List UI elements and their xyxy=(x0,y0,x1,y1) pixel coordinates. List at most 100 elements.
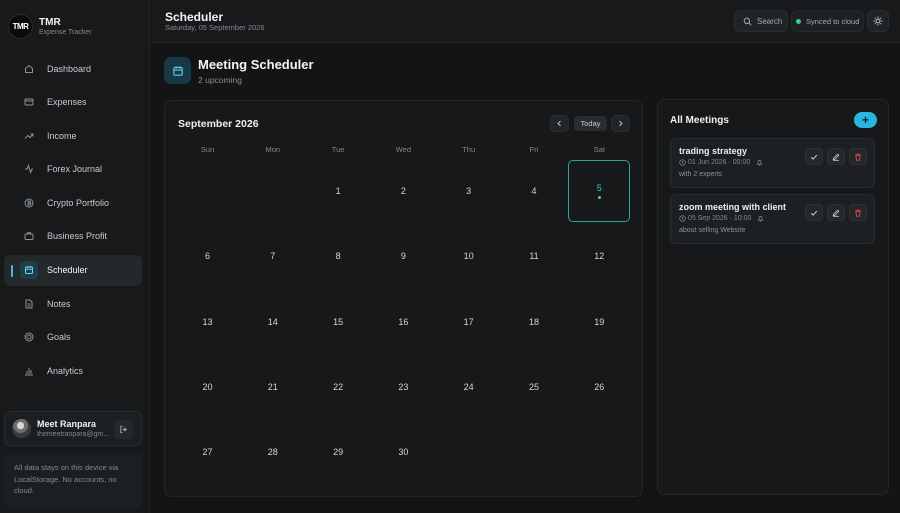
complete-meeting-button[interactable] xyxy=(805,204,823,221)
calendar-day[interactable]: 6 xyxy=(177,225,239,287)
calendar-day[interactable]: 24 xyxy=(438,356,500,418)
calendar-day[interactable]: 7 xyxy=(242,225,304,287)
avatar xyxy=(12,419,31,438)
calendar-day-number: 13 xyxy=(202,316,213,327)
meeting-title: trading strategy xyxy=(679,146,748,156)
today-button[interactable]: Today xyxy=(574,116,607,131)
section-subtitle: 2 upcoming xyxy=(198,75,242,85)
clock-icon xyxy=(679,215,686,222)
sidebar-item-scheduler[interactable]: Scheduler xyxy=(4,254,142,286)
calendar-day[interactable]: 12 xyxy=(568,225,630,287)
next-month-button[interactable] xyxy=(611,115,630,132)
calendar-day[interactable]: 23 xyxy=(372,356,434,418)
calendar-day[interactable]: 21 xyxy=(242,356,304,418)
delete-meeting-button[interactable] xyxy=(849,148,867,165)
calendar-day[interactable]: 1 xyxy=(307,160,369,222)
calendar-day[interactable]: 16 xyxy=(372,291,434,353)
brand-logo-text: TMR xyxy=(12,22,29,31)
clock-icon xyxy=(679,159,686,166)
calendar-day-number: 10 xyxy=(463,251,474,262)
calendar-day[interactable]: 17 xyxy=(438,291,500,353)
calendar-day[interactable]: 15 xyxy=(307,291,369,353)
calendar-day[interactable]: 28 xyxy=(242,421,304,483)
bar-chart-icon xyxy=(24,366,34,376)
brand-subtitle: Expense Tracker xyxy=(39,28,92,36)
sidebar-item-label: Goals xyxy=(47,332,71,343)
chevron-right-icon xyxy=(617,120,624,127)
sidebar-item-analytics[interactable]: Analytics xyxy=(4,355,142,386)
sun-icon xyxy=(873,16,883,26)
add-meeting-button[interactable]: + xyxy=(854,112,877,128)
delete-meeting-button[interactable] xyxy=(849,204,867,221)
calendar-card: September 2026 Today Sun Mon Tue Wed Thu Fri S… xyxy=(164,100,643,497)
logout-button[interactable] xyxy=(114,420,133,439)
bitcoin-icon xyxy=(24,198,34,208)
prev-month-button[interactable] xyxy=(550,115,569,132)
calendar-day-number: 9 xyxy=(400,251,406,262)
pencil-icon xyxy=(832,209,840,217)
calendar-day[interactable]: 11 xyxy=(503,225,565,287)
calendar-day[interactable]: 22 xyxy=(307,356,369,418)
calendar-day[interactable]: 4 xyxy=(503,160,565,222)
search-label: Search xyxy=(757,16,783,26)
sidebar-item-expenses[interactable]: Expenses xyxy=(4,87,142,118)
sidebar-item-business-profit[interactable]: Business Profit xyxy=(4,221,142,252)
target-icon xyxy=(24,332,34,342)
calendar-day-today[interactable]: 5 xyxy=(568,160,631,222)
calendar-day-number: 18 xyxy=(528,316,539,327)
meetings-card: All Meetings + trading strategy 01 Jun 2… xyxy=(657,99,889,495)
calendar-day[interactable]: 8 xyxy=(307,225,369,287)
brand[interactable]: TMR TMR Expense Tracker xyxy=(8,14,92,39)
page-title: Scheduler xyxy=(165,10,224,24)
calendar-day-number: 2 xyxy=(400,186,406,196)
bell-icon xyxy=(757,215,764,222)
calendar-day[interactable]: 29 xyxy=(307,421,369,483)
sidebar-item-goals[interactable]: Goals xyxy=(4,322,142,353)
sidebar-item-crypto-portfolio[interactable]: Crypto Portfolio xyxy=(4,187,142,218)
edit-meeting-button[interactable] xyxy=(827,204,845,221)
sidebar: TMR TMR Expense Tracker Dashboard Expens… xyxy=(0,0,150,513)
calendar-day-number: 22 xyxy=(333,381,344,392)
sidebar-item-label: Scheduler xyxy=(47,265,88,276)
weekday-header: Thu xyxy=(462,145,476,154)
page-date: Saturday, 05 September 2026 xyxy=(165,23,265,32)
chevron-left-icon xyxy=(556,120,563,127)
calendar-day[interactable]: 14 xyxy=(242,291,304,353)
meeting-meta: 05 Sep 2026 · 10:00 xyxy=(679,215,764,222)
sync-status: Synced to cloud xyxy=(791,10,864,32)
meeting-meta: 01 Jun 2026 · 00:00 xyxy=(679,159,763,166)
calendar-day[interactable]: 27 xyxy=(177,421,239,483)
calendar-day[interactable]: 25 xyxy=(503,356,565,418)
trash-icon xyxy=(854,209,862,217)
meeting-item[interactable]: trading strategy 01 Jun 2026 · 00:00 wit… xyxy=(670,138,875,188)
section-title: Meeting Scheduler xyxy=(198,57,314,72)
calendar-day[interactable]: 9 xyxy=(372,225,434,287)
calendar-day[interactable]: 19 xyxy=(568,291,630,353)
sidebar-item-income[interactable]: Income xyxy=(4,120,142,151)
calendar-day[interactable]: 26 xyxy=(568,356,630,418)
calendar-day[interactable]: 10 xyxy=(438,225,500,287)
theme-toggle-button[interactable] xyxy=(867,10,889,32)
calendar-day[interactable]: 18 xyxy=(503,291,565,353)
meeting-item[interactable]: zoom meeting with client 05 Sep 2026 · 1… xyxy=(670,194,875,244)
calendar-day[interactable]: 30 xyxy=(372,421,434,483)
calendar-day-number: 25 xyxy=(528,381,539,392)
sidebar-item-notes[interactable]: Notes xyxy=(4,288,142,319)
calendar-day-number: 15 xyxy=(333,316,344,327)
edit-meeting-button[interactable] xyxy=(827,148,845,165)
activity-icon xyxy=(24,164,34,175)
sidebar-item-forex-journal[interactable]: Forex Journal xyxy=(4,154,142,185)
calendar-day[interactable]: 3 xyxy=(438,160,500,222)
calendar-day[interactable]: 2 xyxy=(372,160,434,222)
search-button[interactable]: Search xyxy=(734,10,788,32)
sync-dot-icon xyxy=(796,18,801,24)
calendar-day[interactable]: 20 xyxy=(177,356,239,418)
calendar-day-number: 23 xyxy=(398,381,409,392)
meeting-description: about selling Website xyxy=(679,227,746,234)
sidebar-item-dashboard[interactable]: Dashboard xyxy=(4,53,142,84)
scheduler-section-icon xyxy=(164,57,191,84)
calendar-day[interactable]: 13 xyxy=(177,291,239,353)
calendar-day-number: 27 xyxy=(202,447,213,458)
user-card[interactable]: Meet Ranpara themeetranpara@gm... xyxy=(4,411,142,446)
complete-meeting-button[interactable] xyxy=(805,148,823,165)
